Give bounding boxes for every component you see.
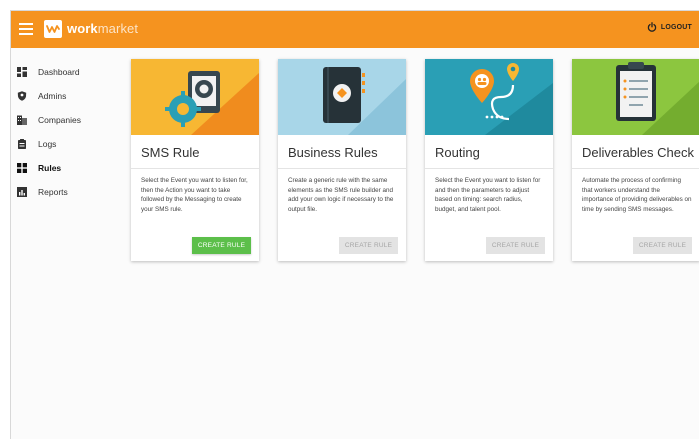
rule-card-routing: Routing Select the Event you want to lis… [425,59,553,261]
rules-icon [17,163,27,173]
create-rule-button[interactable]: CREATE RULE [633,237,692,254]
sms-rule-illustration [131,59,259,135]
logout-button[interactable]: LOGOUT [647,22,692,32]
card-description: Automate the process of confirming that … [582,177,692,213]
divider [278,168,406,169]
deliverables-illustration [572,59,699,135]
sidebar-item-reports[interactable]: Reports [17,184,68,200]
card-description: Select the Event you want to listen for,… [141,177,248,213]
routing-illustration [425,59,553,135]
rule-card-business: Business Rules Create a generic rule wit… [278,59,406,261]
shield-icon [17,91,27,101]
card-description: Create a generic rule with the same elem… [288,177,394,213]
logo-wordmark: workmarket [67,21,139,36]
power-icon [647,22,657,32]
create-rule-button[interactable]: CREATE RULE [339,237,398,254]
rule-card-sms: SMS Rule Select the Event you want to li… [131,59,259,261]
create-rule-button[interactable]: CREATE RULE [486,237,545,254]
logout-label: LOGOUT [660,23,692,31]
card-title: Routing [435,145,480,160]
card-description: Select the Event you want to listen for … [435,177,541,213]
divider [572,168,699,169]
create-rule-button[interactable]: CREATE RULE [192,237,251,254]
card-title: Business Rules [288,145,378,160]
sidebar-item-companies[interactable]: Companies [17,112,81,128]
sidebar-item-label: Reports [38,187,68,197]
dashboard-icon [17,67,27,77]
sidebar-item-label: Rules [38,163,62,173]
sidebar-item-label: Companies [38,115,81,125]
card-title: Deliverables Check [582,145,694,160]
logo-icon [44,20,62,38]
clipboard-icon [17,139,27,149]
sidebar-item-logs[interactable]: Logs [17,136,56,152]
sidebar-item-label: Admins [38,91,67,101]
divider [131,168,259,169]
divider [425,168,553,169]
sidebar: Dashboard Admins Companies Logs Rules Re… [11,48,121,439]
sidebar-item-label: Logs [38,139,57,149]
building-icon [17,115,27,125]
card-title: SMS Rule [141,145,200,160]
sidebar-item-dashboard[interactable]: Dashboard [17,64,80,80]
sidebar-item-rules[interactable]: Rules [17,160,61,176]
business-rules-illustration [278,59,406,135]
sidebar-item-admins[interactable]: Admins [17,88,66,104]
rule-card-deliverables: Deliverables Check Automate the process … [572,59,699,261]
menu-icon[interactable] [19,23,33,35]
top-bar: workmarket LOGOUT [11,11,699,48]
sidebar-item-label: Dashboard [38,67,80,77]
bar-chart-icon [17,187,27,197]
app-window: workmarket LOGOUT Dashboard Admins Compa… [10,10,699,439]
